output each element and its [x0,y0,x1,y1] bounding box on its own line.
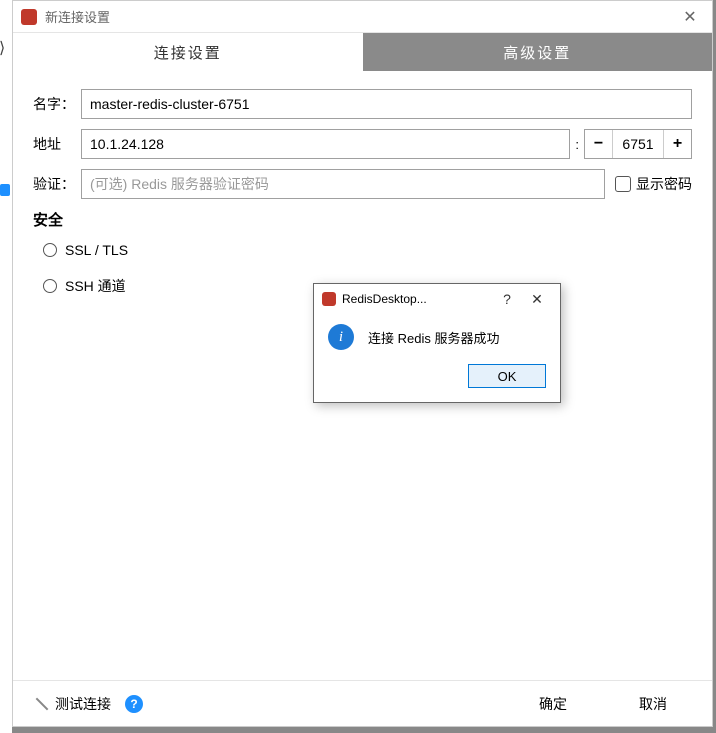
test-connection-button[interactable]: 测试连接 [27,690,119,718]
test-connection-label: 测试连接 [55,694,111,714]
cancel-button[interactable]: 取消 [608,690,698,718]
tabs: 连接设置 高级设置 [13,33,712,71]
label-address: 地址 [33,134,81,154]
modal-titlebar: RedisDesktop... ? ✕ [314,284,560,314]
checkbox-box-icon [615,176,631,192]
ok-button[interactable]: 确定 [508,690,598,718]
modal-footer: OK [314,364,560,402]
help-icon[interactable]: ? [125,695,143,713]
address-input[interactable] [81,129,570,159]
app-icon [21,9,37,25]
wand-icon [32,694,52,714]
label-name: 名字： [33,94,81,114]
port-spinner: − 6751 + [584,129,692,159]
form-area: 名字： 地址 : − 6751 + 验证： 显示密码 安全 SSL / TLS [13,71,712,296]
port-decrement-button[interactable]: − [585,130,613,158]
radio-circle-icon [43,243,57,257]
address-port-colon: : [575,137,579,152]
row-name: 名字： [33,89,692,119]
sidebar-indicator [0,184,10,196]
footer: 测试连接 ? 确定 取消 [13,680,712,726]
port-increment-button[interactable]: + [663,130,691,158]
show-password-label: 显示密码 [636,174,692,194]
modal-body: i 连接 Redis 服务器成功 [314,314,560,364]
label-auth: 验证： [33,174,81,194]
titlebar: 新连接设置 ✕ [13,1,712,33]
app-icon [322,292,336,306]
security-section-title: 安全 [33,209,692,230]
modal-title: RedisDesktop... [342,292,492,306]
port-value[interactable]: 6751 [613,130,663,158]
row-auth: 验证： 显示密码 [33,169,692,199]
close-button[interactable]: ✕ [676,7,704,27]
radio-circle-icon [43,279,57,293]
back-arrow-icon: ⟩ [0,38,5,58]
tab-advanced[interactable]: 高级设置 [363,33,713,71]
modal-close-button[interactable]: ✕ [522,291,552,308]
modal-ok-button[interactable]: OK [468,364,546,388]
radio-ssh-label: SSH 通道 [65,276,126,296]
window-title: 新连接设置 [45,7,676,26]
modal-help-button[interactable]: ? [492,291,522,307]
info-icon: i [328,324,354,350]
auth-input[interactable] [81,169,605,199]
background-edge: ⟩ [0,0,12,733]
tab-connection[interactable]: 连接设置 [13,33,363,71]
radio-ssl-label: SSL / TLS [65,242,128,258]
radio-ssl[interactable]: SSL / TLS [43,242,692,258]
show-password-checkbox[interactable]: 显示密码 [615,174,692,194]
message-dialog: RedisDesktop... ? ✕ i 连接 Redis 服务器成功 OK [313,283,561,403]
name-input[interactable] [81,89,692,119]
modal-message: 连接 Redis 服务器成功 [368,328,499,347]
row-address: 地址 : − 6751 + [33,129,692,159]
